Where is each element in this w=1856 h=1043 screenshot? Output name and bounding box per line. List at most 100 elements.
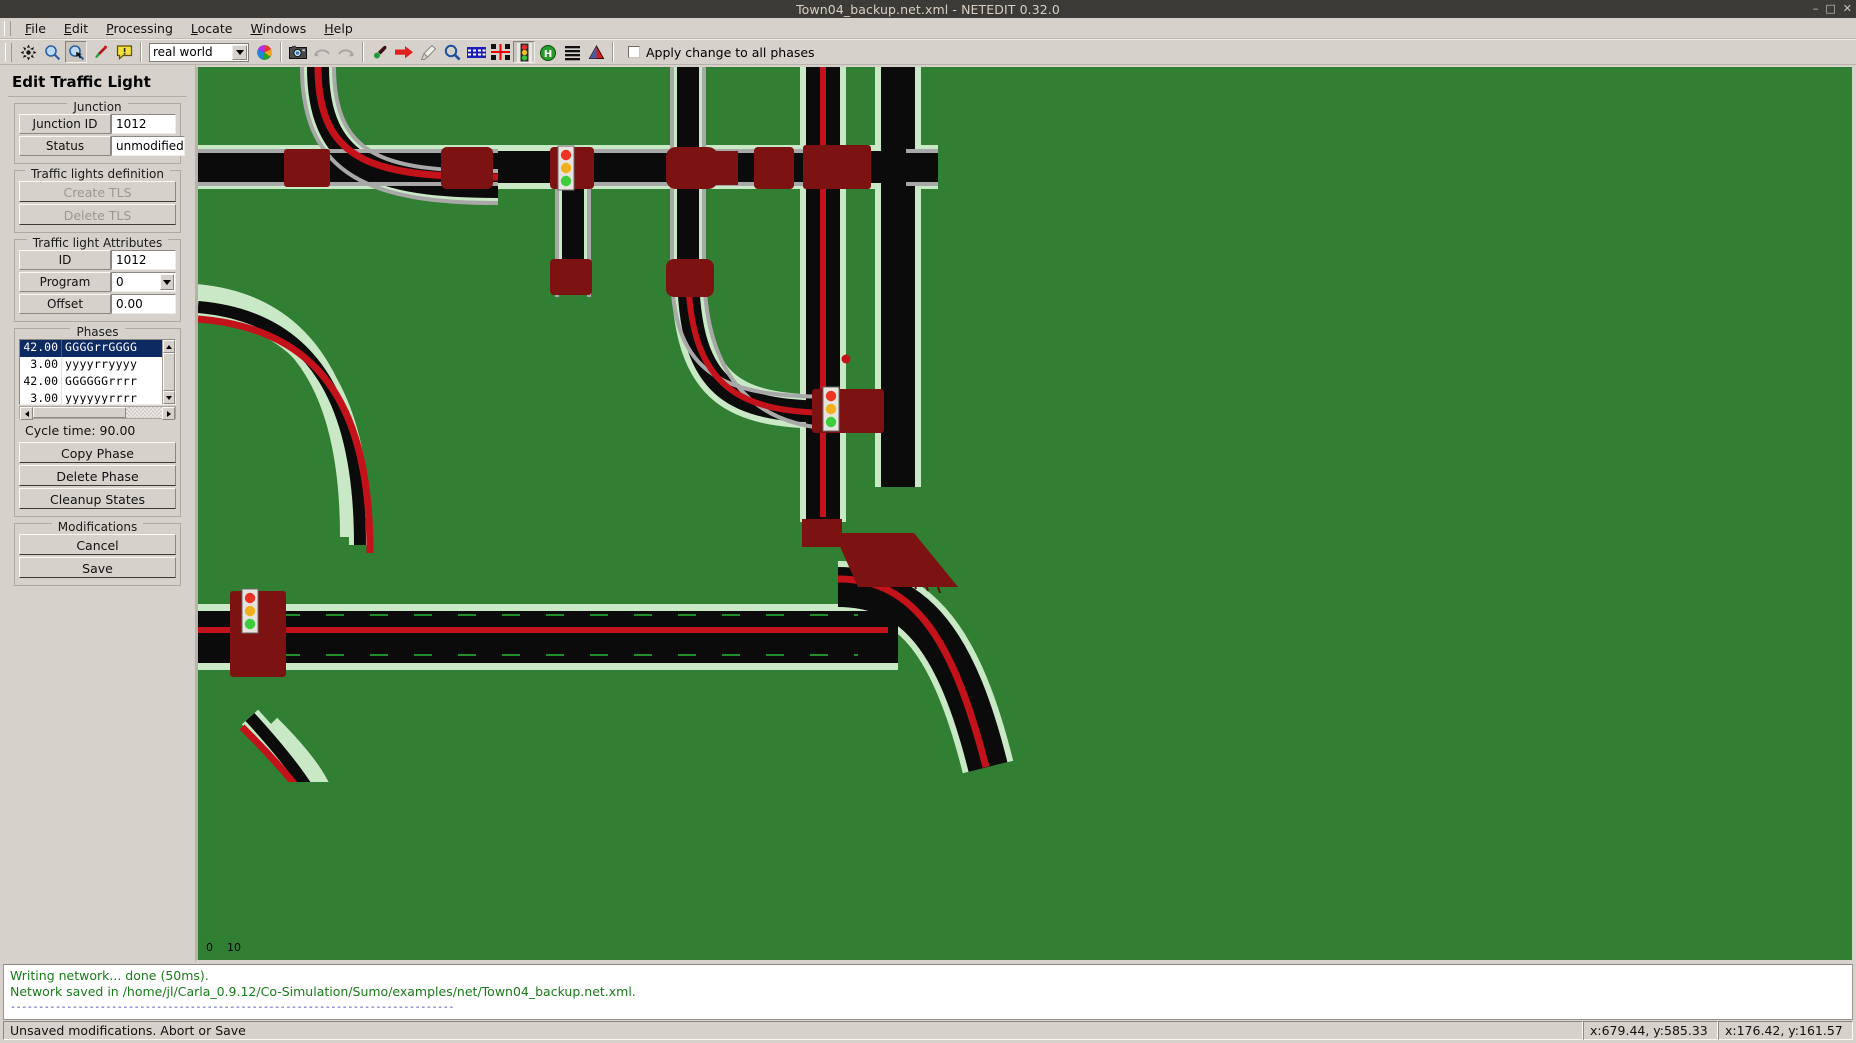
- undo-icon[interactable]: [311, 41, 333, 63]
- toolbar-separator-1: [140, 42, 142, 62]
- phases-horizontal-scrollbar[interactable]: [19, 406, 176, 420]
- minimize-icon[interactable]: –: [1813, 3, 1819, 14]
- tl-offset-value[interactable]: 0.00: [111, 294, 176, 314]
- tl-id-value[interactable]: 1012: [111, 250, 176, 270]
- scale-label-0: 0: [206, 941, 213, 954]
- phase-row[interactable]: 42.00 GGGGGGrrrr: [20, 374, 162, 391]
- shape-mode-icon[interactable]: [585, 41, 607, 63]
- phase-row[interactable]: 42.00 GGGGrrGGGG: [20, 340, 162, 357]
- crossing-mode-icon[interactable]: [561, 41, 583, 63]
- zoom-icon[interactable]: [41, 41, 63, 63]
- menu-edit-rest: dit: [71, 20, 89, 36]
- menubar-grip[interactable]: [4, 20, 11, 36]
- phase-duration: 42.00: [20, 374, 62, 391]
- tls-definition-legend: Traffic lights definition: [15, 163, 180, 182]
- checkbox-box[interactable]: [628, 46, 640, 58]
- menu-windows[interactable]: Windows: [241, 19, 315, 38]
- scroll-down-icon[interactable]: [163, 391, 175, 404]
- scale-label-10: 10: [227, 941, 241, 954]
- junction-status-label[interactable]: Status: [19, 136, 111, 156]
- traffic-light-marker: [557, 145, 575, 191]
- chevron-down-icon[interactable]: [232, 44, 247, 60]
- close-icon[interactable]: ✕: [1843, 3, 1852, 14]
- save-button[interactable]: Save: [19, 557, 176, 578]
- color-picker-icon[interactable]: [89, 41, 111, 63]
- tl-id-label[interactable]: ID: [19, 250, 111, 270]
- tl-program-combo[interactable]: 0: [111, 272, 176, 292]
- zoom-select-icon[interactable]: [65, 41, 87, 63]
- menu-file[interactable]: File: [16, 19, 55, 38]
- tl-offset-label[interactable]: Offset: [19, 294, 111, 314]
- title-bar: Town04_backup.net.xml - NETEDIT 0.32.0 –…: [0, 0, 1856, 18]
- cleanup-states-button[interactable]: Cleanup States: [19, 488, 176, 509]
- tl-program-row: Program 0: [19, 272, 176, 292]
- main-toolbar: real world H Apply change to all phases: [0, 39, 1856, 65]
- tl-program-value: 0: [116, 275, 124, 289]
- menu-bar: File Edit Processing Locate Windows Help: [0, 18, 1856, 39]
- message-window[interactable]: Writing network... done (50ms). Network …: [3, 964, 1853, 1020]
- connection-mode-icon[interactable]: [489, 41, 511, 63]
- scroll-left-icon[interactable]: [20, 407, 33, 420]
- menu-help[interactable]: Help: [315, 19, 362, 38]
- network-view-canvas[interactable]: 0 10: [196, 67, 1852, 960]
- junction-id-value[interactable]: 1012: [111, 114, 176, 134]
- phase-state: GGGGGGrrrr: [65, 374, 138, 388]
- traffic-light-mode-icon[interactable]: [513, 41, 535, 63]
- redo-icon[interactable]: [335, 41, 357, 63]
- projection-combo[interactable]: real world: [149, 42, 249, 62]
- phases-legend: Phases: [15, 321, 180, 340]
- phase-state: yyyyyyrrrr: [65, 391, 138, 404]
- toolbar-grip[interactable]: [5, 42, 12, 62]
- menu-windows-rest: indows: [262, 20, 307, 36]
- color-wheel-icon[interactable]: [253, 41, 275, 63]
- phases-vertical-scrollbar[interactable]: [162, 340, 175, 404]
- delete-tls-button[interactable]: Delete TLS: [19, 204, 176, 225]
- tls-definition-group: Traffic lights definition Create TLS Del…: [14, 167, 181, 233]
- status-message: Unsaved modifications. Abort or Save: [3, 1021, 1583, 1040]
- phase-row[interactable]: 3.00 yyyyyyrrrr: [20, 391, 162, 404]
- delete-phase-button[interactable]: Delete Phase: [19, 465, 176, 486]
- warnings-icon[interactable]: [113, 41, 135, 63]
- menu-edit[interactable]: Edit: [55, 19, 97, 38]
- junction-status-value[interactable]: unmodified: [111, 136, 185, 156]
- selected-point-marker: [841, 354, 851, 364]
- screenshot-icon[interactable]: [287, 41, 309, 63]
- copy-phase-button[interactable]: Copy Phase: [19, 442, 176, 463]
- additional-mode-icon[interactable]: H: [537, 41, 559, 63]
- phase-duration: 42.00: [20, 340, 62, 357]
- vertical-scroll-thumb[interactable]: [163, 353, 175, 391]
- tl-attributes-legend: Traffic light Attributes: [15, 232, 180, 251]
- main-body: Edit Traffic Light Junction Junction ID …: [0, 65, 1856, 962]
- maximize-icon[interactable]: □: [1825, 3, 1835, 14]
- delete-mode-icon[interactable]: [417, 41, 439, 63]
- tl-program-label[interactable]: Program: [19, 272, 111, 292]
- junction-id-label[interactable]: Junction ID: [19, 114, 111, 134]
- message-line: ----------------------------------------…: [10, 1002, 455, 1013]
- horizontal-scroll-thumb[interactable]: [33, 407, 126, 418]
- netedit-window: Town04_backup.net.xml - NETEDIT 0.32.0 –…: [0, 0, 1856, 1043]
- apply-change-all-phases-checkbox[interactable]: Apply change to all phases: [628, 45, 815, 60]
- toolbar-separator-3: [362, 42, 364, 62]
- cancel-button[interactable]: Cancel: [19, 534, 176, 555]
- scroll-up-icon[interactable]: [163, 340, 175, 353]
- junction-status-row: Status unmodified: [19, 136, 185, 156]
- recenter-view-icon[interactable]: [17, 41, 39, 63]
- horizontal-scroll-track[interactable]: [126, 407, 162, 418]
- phases-list[interactable]: 42.00 GGGGrrGGGG 3.00 yyyyrryyyy 42.00 G…: [19, 339, 176, 405]
- cycle-time-label: Cycle time: 90.00: [25, 423, 136, 438]
- menu-processing[interactable]: Processing: [97, 19, 182, 38]
- create-tls-button[interactable]: Create TLS: [19, 181, 176, 202]
- chevron-down-icon[interactable]: [160, 274, 174, 290]
- tl-id-row: ID 1012: [19, 250, 176, 270]
- modifications-legend: Modifications: [15, 516, 180, 535]
- inspect-mode-icon[interactable]: [369, 41, 391, 63]
- traffic-light-marker: [822, 386, 840, 432]
- menu-locate[interactable]: Locate: [182, 19, 242, 38]
- select-mode-icon[interactable]: [441, 41, 463, 63]
- scroll-right-icon[interactable]: [162, 407, 175, 420]
- phase-duration: 3.00: [20, 357, 62, 374]
- phase-row[interactable]: 3.00 yyyyrryyyy: [20, 357, 162, 374]
- edge-mode-icon[interactable]: [465, 41, 487, 63]
- move-mode-icon[interactable]: [393, 41, 415, 63]
- menu-file-rest: ile: [31, 20, 46, 36]
